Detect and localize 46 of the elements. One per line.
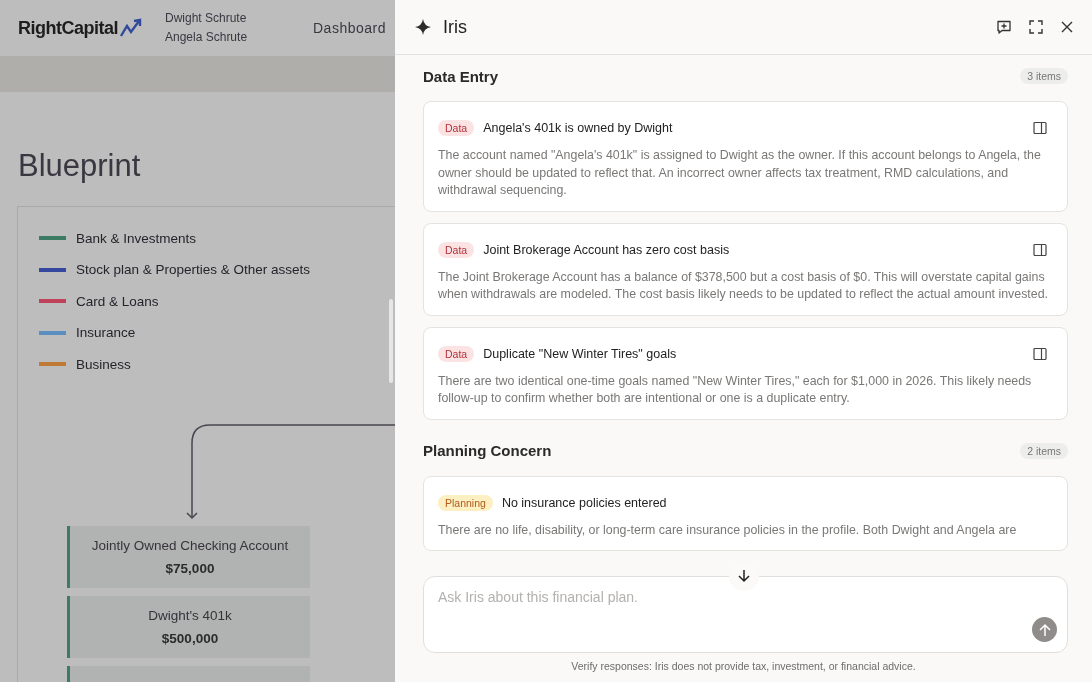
close-icon[interactable] bbox=[1060, 20, 1074, 34]
logo-mark-icon bbox=[119, 18, 143, 38]
legend-label: Card & Loans bbox=[76, 293, 159, 309]
side-panel-icon[interactable] bbox=[1033, 242, 1047, 257]
page-title: Blueprint bbox=[18, 147, 142, 185]
issue-title: Duplicate "New Winter Tires" goals bbox=[483, 346, 678, 361]
category-tag: Data bbox=[438, 345, 475, 362]
account-value: $75,000 bbox=[165, 561, 215, 576]
issue-description: The account named "Angela's 401k" is assigned to Dwight as the owner. If this account belongs to Angela, the owner should be updated to reflect that. An incorrect owner affects tax treatment, RMD calculations, and withdrawal sequencing. bbox=[438, 147, 1042, 199]
panel-title: Iris bbox=[443, 16, 468, 38]
issue-description: The Joint Brokerage Account has a balance of $378,500 but a cost basis of $0. This will overstate capital gains when withdrawals are modeled. The cost basis likely needs to be updated to reflect the actual amount invested. bbox=[438, 268, 1050, 303]
chat-input[interactable]: Ask Iris about this financial plan. bbox=[423, 576, 1068, 653]
category-tag: Data bbox=[438, 120, 475, 136]
down-arrow-icon bbox=[738, 569, 750, 583]
section-title: Data Entry bbox=[423, 67, 499, 85]
issue-description: There are two identical one-time goals named "New Winter Tires," each for $1,000 in 2026. This likely needs follow-up to confirm whether both are intentional or one is a duplicate entry. bbox=[438, 372, 1033, 407]
disclaimer: Verify responses: Iris does not provide tax, investment, or financial advice. bbox=[570, 660, 917, 672]
account-value: $500,000 bbox=[161, 631, 219, 646]
nav-link[interactable]: Dashboard bbox=[313, 20, 386, 36]
client-name: Angela Schrute bbox=[165, 29, 249, 46]
expand-icon[interactable] bbox=[1028, 19, 1044, 35]
issue-title: Joint Brokerage Account has zero cost basis bbox=[483, 242, 731, 257]
issue-title: Angela's 401k is owned by Dwight bbox=[483, 121, 674, 135]
sparkle-icon bbox=[415, 19, 431, 35]
category-tag: Data bbox=[438, 241, 475, 258]
count-badge: 2 items bbox=[1020, 442, 1068, 459]
account-card[interactable]: Dwight's 401k $500,000 bbox=[67, 596, 310, 658]
logo-text: RightCapital bbox=[18, 17, 118, 39]
section-title: Planning Concern bbox=[423, 442, 552, 459]
issue-description: There are no life, disability, or long-term care insurance policies in the profile. Both Dwight and Angela are bbox=[438, 521, 1018, 539]
account-card[interactable]: Jointly Owned Checking Account $75,000 bbox=[67, 526, 310, 588]
category-tag: Planning bbox=[438, 494, 493, 511]
up-arrow-icon bbox=[1038, 622, 1051, 637]
issue-title: No insurance policies entered bbox=[501, 495, 668, 510]
legend-label: Bank & Investments bbox=[76, 230, 197, 246]
side-panel-icon[interactable] bbox=[1033, 121, 1047, 135]
scrollbar-thumb[interactable] bbox=[389, 299, 393, 383]
account-name: Jointly Owned Checking Account bbox=[91, 538, 289, 553]
side-panel-icon[interactable] bbox=[1033, 346, 1047, 361]
legend-label: Insurance bbox=[76, 325, 136, 341]
client-name: Dwight Schrute bbox=[165, 10, 248, 27]
legend-label: Business bbox=[76, 356, 131, 372]
new-chat-icon[interactable] bbox=[996, 19, 1012, 35]
account-name: Dwight's 401k bbox=[148, 608, 232, 623]
legend-label: Stock plan & Properties & Other assets bbox=[76, 262, 311, 278]
count-badge: 3 items bbox=[1020, 68, 1068, 84]
